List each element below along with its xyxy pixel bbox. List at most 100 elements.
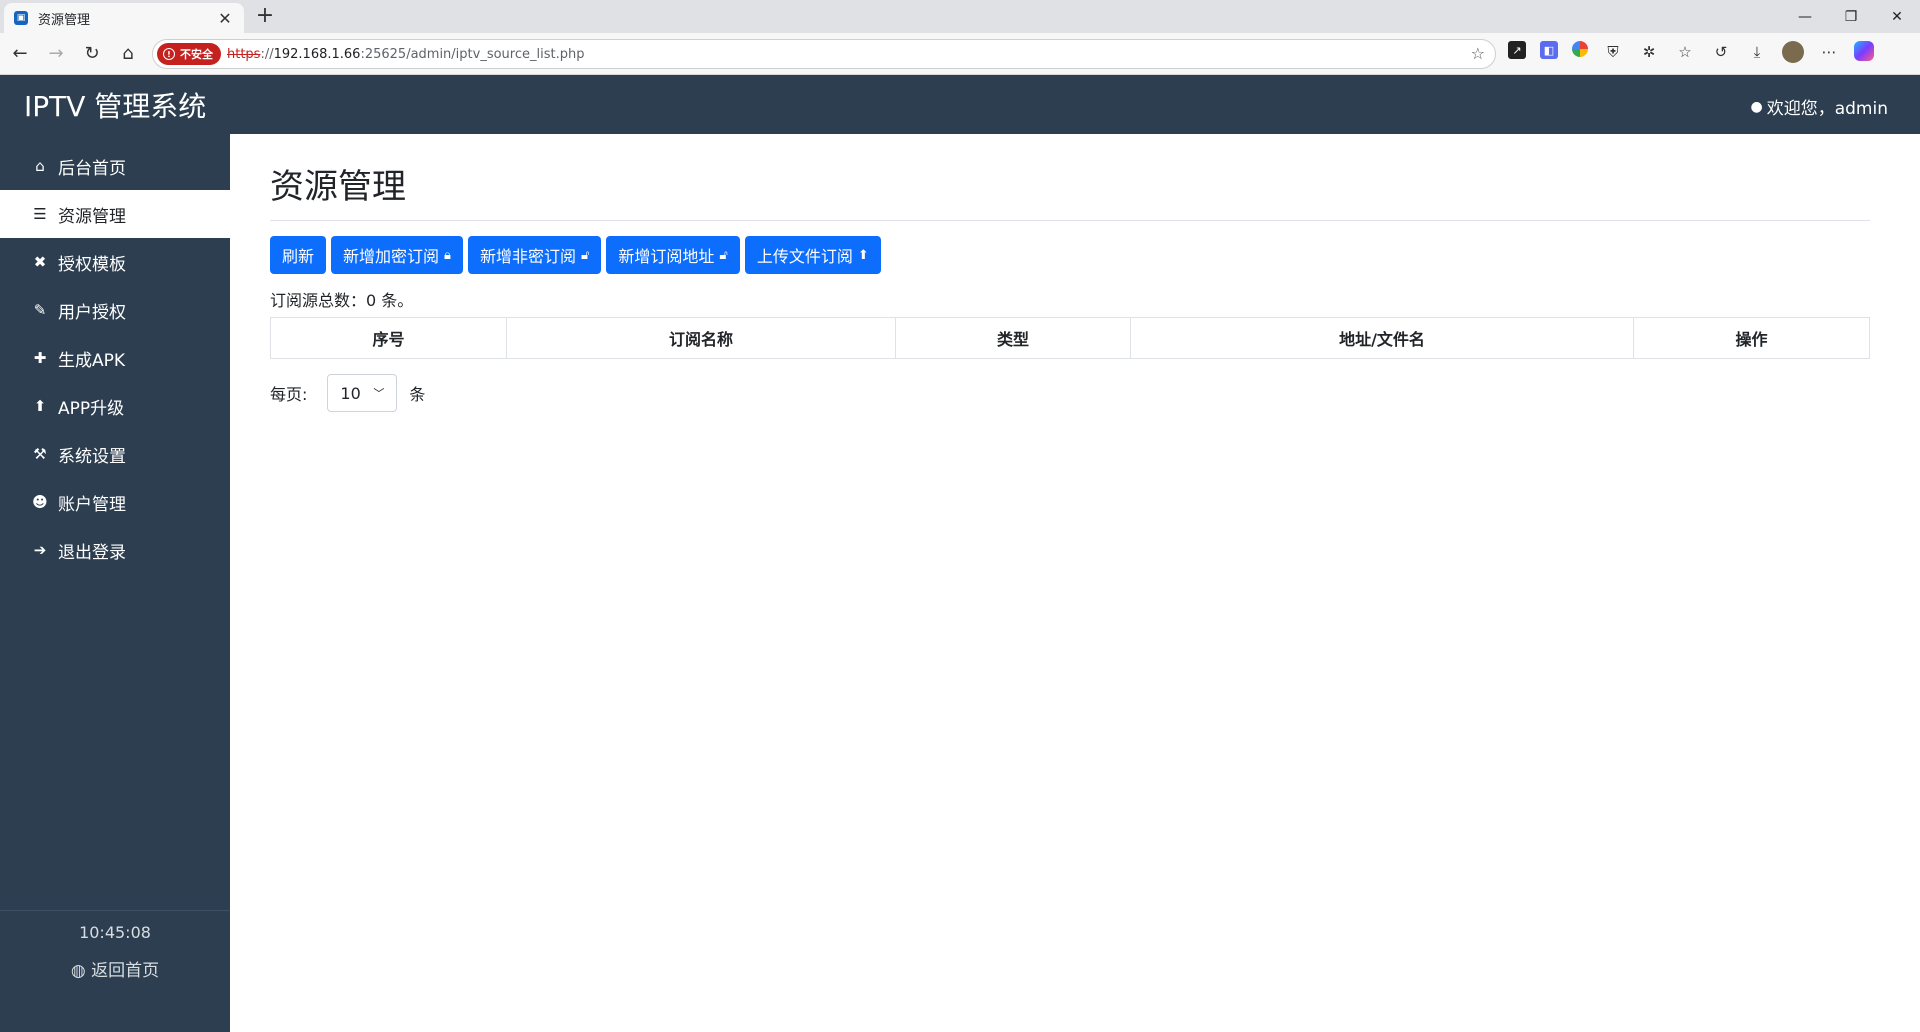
more-menu-icon[interactable]: ⋯ [1818, 41, 1840, 63]
close-window-icon[interactable]: ✕ [1874, 0, 1920, 33]
lock-icon: 🔒︎ [444, 247, 451, 263]
minimize-icon[interactable]: — [1782, 0, 1828, 33]
sidebar-item-label: 账户管理 [58, 494, 126, 515]
sidebar-item-label: 后台首页 [58, 158, 126, 179]
add-url-label: 新增订阅地址 [618, 247, 715, 266]
refresh-button[interactable]: 刷新 [270, 236, 327, 274]
col-address[interactable]: 地址/文件名 [1130, 317, 1634, 359]
page-title: 资源管理 [270, 167, 406, 207]
restore-icon[interactable]: ❐ [1828, 0, 1874, 33]
extension-color-icon[interactable] [1572, 41, 1588, 57]
user-welcome[interactable]: ● 欢迎您，admin [1750, 94, 1889, 120]
sidebar-item-label: 生成APK [58, 350, 126, 371]
copilot-icon[interactable] [1854, 41, 1874, 61]
sidebar-item-settings[interactable]: ⚒ 系统设置 [0, 430, 230, 478]
home-icon: ⌂ [35, 157, 45, 175]
upload-icon: ⬆ [857, 247, 869, 263]
forward-icon[interactable]: → [42, 41, 70, 67]
sidebar-item-label: 资源管理 [58, 206, 126, 227]
globe-icon: ◍ [70, 961, 86, 981]
add-plain-label: 新增非密订阅 [479, 247, 576, 266]
upload-file-subscription-button[interactable]: 上传文件订阅 ⬆ [744, 236, 881, 274]
security-badge[interactable]: ! 不安全 [157, 43, 221, 65]
reload-icon[interactable]: ↻ [78, 41, 106, 67]
extension-shield-icon[interactable]: ⛨ [1602, 41, 1624, 63]
table-header-row: 序号 订阅名称 类型 地址/文件名 操作 [270, 317, 1870, 359]
sidebar-item-label: 退出登录 [58, 542, 126, 563]
clock: 10:45:08 [79, 923, 151, 942]
tab-close-icon[interactable]: ✕ [216, 9, 234, 28]
chevron-down-icon: ﹀ [373, 387, 385, 400]
unlock-icon: 🔓︎ [580, 247, 590, 263]
favorites-icon[interactable]: ☆ [1674, 41, 1696, 63]
per-page-value: 10 [340, 383, 361, 403]
sidebar-item-user-auth[interactable]: ✎ 用户授权 [0, 286, 230, 334]
downloads-icon[interactable]: ⤓ [1746, 41, 1768, 63]
toolbar: 刷新 新增加密订阅 🔒︎ 新增非密订阅 🔓︎ 新增订阅地址 🔓︎ 上传文件订阅 … [270, 236, 1870, 274]
upload-file-label: 上传文件订阅 [756, 247, 853, 266]
sidebar-item-resources[interactable]: ☰ 资源管理 [0, 190, 230, 238]
main-content: 资源管理 刷新 新增加密订阅 🔒︎ 新增非密订阅 🔓︎ 新增订阅地址 🔓︎ 上传… [270, 134, 1870, 412]
extension-capture-icon[interactable]: ◧ [1540, 41, 1558, 59]
site-favicon-icon: ▣ [14, 11, 28, 25]
tab-title: 资源管理 [38, 12, 91, 28]
sidebar-footer: 10:45:08 ◍ 返回首页 [0, 910, 230, 981]
url-separator: :// [260, 46, 274, 62]
url-host: 192.168.1.66 [273, 46, 361, 62]
url-field[interactable]: ! 不安全 https :// 192.168.1.66 :25625/admi… [152, 39, 1496, 69]
sidebar-item-app-upgrade[interactable]: ⬆ APP升级 [0, 382, 230, 430]
back-icon[interactable]: ← [6, 41, 34, 67]
add-encrypted-subscription-button[interactable]: 新增加密订阅 🔒︎ [331, 236, 463, 274]
col-actions[interactable]: 操作 [1633, 317, 1870, 359]
subscription-count: 订阅源总数：0 条。 [270, 291, 414, 310]
sidebar-item-label: 用户授权 [58, 302, 126, 323]
tools-icon: ✖ [33, 253, 47, 271]
sidebar: IPTV 管理系统 ⌂ 后台首页 ☰ 资源管理 ✖ 授权模板 ✎ 用户授权 ✚ … [0, 75, 230, 1032]
history-icon[interactable]: ↺ [1710, 41, 1732, 63]
pagination: 每页: 10 ﹀ 条 [270, 374, 1870, 412]
col-type[interactable]: 类型 [895, 317, 1131, 359]
url-scheme: https [227, 46, 261, 62]
sidebar-item-build-apk[interactable]: ✚ 生成APK [0, 334, 230, 382]
extensions-puzzle-icon[interactable]: ✲ [1638, 41, 1660, 63]
sidebar-item-label: APP升级 [58, 398, 125, 419]
refresh-label: 刷新 [282, 247, 315, 266]
back-home-label: 返回首页 [91, 961, 160, 981]
col-name[interactable]: 订阅名称 [506, 317, 896, 359]
per-page-unit: 条 [409, 385, 426, 404]
users-icon: ☻ [32, 493, 48, 511]
feather-icon: ✎ [33, 301, 47, 319]
sidebar-item-auth-templates[interactable]: ✖ 授权模板 [0, 238, 230, 286]
favorite-star-icon[interactable]: ☆ [1471, 44, 1485, 63]
back-home-link[interactable]: ◍ 返回首页 [0, 956, 230, 981]
address-bar: ← → ↻ ⌂ ! 不安全 https :// 192.168.1.66 :25… [0, 33, 1920, 75]
sign-out-icon: ➔ [33, 541, 47, 559]
unlock-icon: 🔓︎ [719, 247, 728, 263]
profile-avatar[interactable] [1782, 41, 1804, 63]
user-icon: ● [1750, 98, 1763, 115]
welcome-text: 欢迎您，admin [1766, 99, 1888, 119]
sidebar-menu: ⌂ 后台首页 ☰ 资源管理 ✖ 授权模板 ✎ 用户授权 ✚ 生成APK ⬆ AP… [0, 142, 230, 574]
sidebar-item-accounts[interactable]: ☻ 账户管理 [0, 478, 230, 526]
subscription-table: 序号 订阅名称 类型 地址/文件名 操作 [270, 317, 1870, 359]
col-index[interactable]: 序号 [270, 317, 507, 359]
add-plain-subscription-button[interactable]: 新增非密订阅 🔓︎ [467, 236, 602, 274]
sidebar-item-label: 系统设置 [58, 446, 126, 467]
url-path: :25625/admin/iptv_source_list.php [360, 46, 585, 62]
per-page-label: 每页: [270, 385, 308, 404]
extension-chart-icon[interactable]: ↗ [1508, 41, 1526, 59]
arrow-up-circle-icon: ⬆ [33, 397, 47, 415]
add-encrypted-label: 新增加密订阅 [343, 247, 440, 266]
per-page-select[interactable]: 10 ﹀ [327, 374, 398, 412]
sidebar-item-logout[interactable]: ➔ 退出登录 [0, 526, 230, 574]
sidebar-item-dashboard[interactable]: ⌂ 后台首页 [0, 142, 230, 190]
brand-title[interactable]: IPTV 管理系统 [0, 75, 230, 134]
wrench-icon: ⚒ [33, 445, 47, 463]
home-browser-icon[interactable]: ⌂ [114, 41, 142, 67]
puzzle-icon: ✚ [33, 349, 47, 367]
rss-icon: ☰ [33, 205, 47, 223]
add-subscription-url-button[interactable]: 新增订阅地址 🔓︎ [606, 236, 740, 274]
browser-tab[interactable]: ▣ 资源管理 ✕ [4, 3, 244, 33]
new-tab-button[interactable]: + [252, 4, 278, 30]
security-label: 不安全 [180, 48, 213, 61]
